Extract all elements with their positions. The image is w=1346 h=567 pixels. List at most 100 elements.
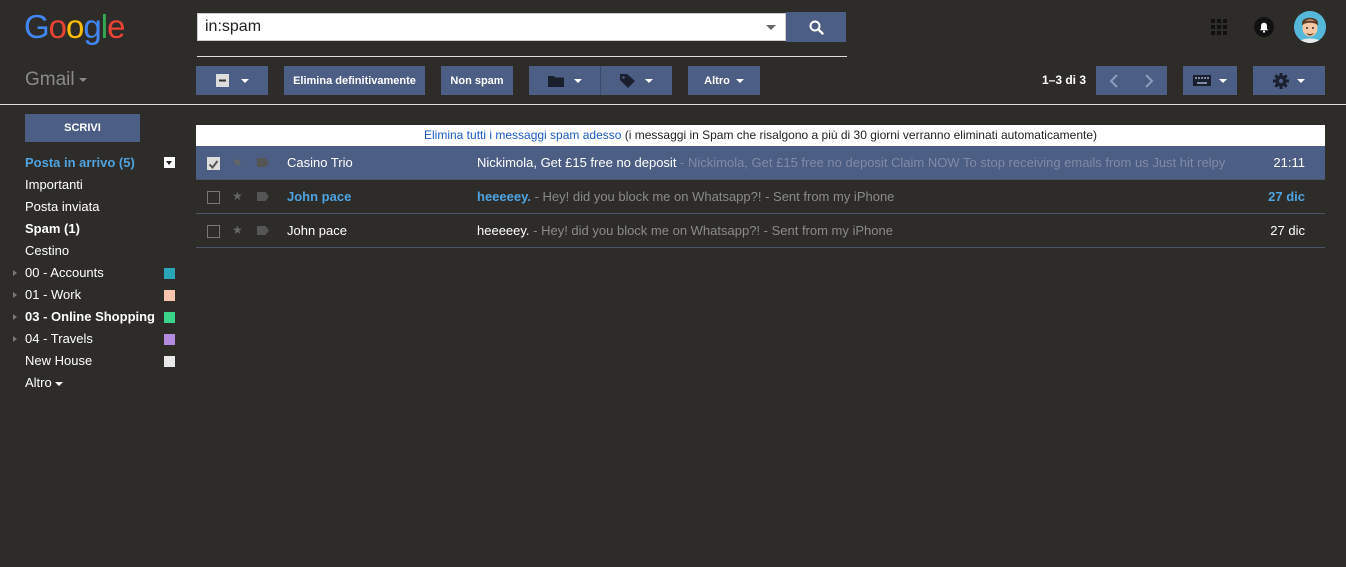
chevron-down-icon xyxy=(735,78,744,83)
google-logo[interactable]: Google xyxy=(24,8,125,45)
notifications-icon[interactable] xyxy=(1254,17,1274,37)
label-color-swatch[interactable] xyxy=(164,334,175,345)
expand-arrow-icon[interactable] xyxy=(13,314,17,320)
email-list: ★ Casino Trio Nickimola, Get £15 free no… xyxy=(196,146,1325,248)
header-divider xyxy=(197,56,847,57)
sidebar-item-inbox[interactable]: Posta in arrivo (5) xyxy=(0,152,185,174)
sidebar-item-label: 03 - Online Shopping xyxy=(25,309,155,324)
search-input[interactable] xyxy=(198,14,748,40)
importance-marker-icon[interactable] xyxy=(257,226,269,235)
labels-button[interactable] xyxy=(601,66,672,95)
importance-marker-icon[interactable] xyxy=(257,192,269,201)
not-spam-button[interactable]: Non spam xyxy=(441,66,513,95)
sidebar-item-label: Importanti xyxy=(25,177,83,192)
sidebar-item-label: 01 - Work xyxy=(25,287,82,302)
sidebar-item-label: New House xyxy=(25,353,93,368)
email-row[interactable]: ★ John pace heeeeey. - Hey! did you bloc… xyxy=(196,180,1325,214)
sidebar-item-online-shopping[interactable]: 03 - Online Shopping xyxy=(0,306,185,328)
row-checkbox[interactable] xyxy=(207,191,220,204)
email-date: 21:11 xyxy=(1273,155,1305,170)
star-icon[interactable]: ★ xyxy=(232,189,243,203)
chevron-down-icon xyxy=(54,381,63,386)
checkbox-minus-icon xyxy=(215,74,229,87)
search-icon xyxy=(809,20,824,35)
label-icon xyxy=(620,74,635,88)
star-icon[interactable]: ★ xyxy=(232,155,243,169)
expand-arrow-icon[interactable] xyxy=(13,292,17,298)
avatar[interactable] xyxy=(1294,11,1326,43)
email-sender: John pace xyxy=(287,189,352,204)
email-subject: heeeeey. xyxy=(477,223,530,238)
sidebar-item-label: Spam (1) xyxy=(25,221,80,236)
label-color-swatch[interactable] xyxy=(164,268,175,279)
move-to-button[interactable] xyxy=(529,66,601,95)
sidebar-item-trash[interactable]: Cestino xyxy=(0,240,185,262)
chevron-down-icon xyxy=(1219,78,1227,83)
label-color-swatch[interactable] xyxy=(164,290,175,301)
sidebar-item-label: Posta inviata xyxy=(25,199,100,214)
sidebar-item-important[interactable]: Importanti xyxy=(0,174,185,196)
chevron-down-icon xyxy=(240,78,249,83)
email-sender: John pace xyxy=(287,223,347,238)
logo-letter: g xyxy=(83,8,101,45)
search-options-icon[interactable] xyxy=(766,25,776,30)
sidebar-item-new-house[interactable]: New House xyxy=(0,350,185,372)
row-checkbox[interactable] xyxy=(207,225,220,238)
email-snippet: - Hey! did you block me on Whatsapp?! - … xyxy=(529,223,893,238)
select-button[interactable] xyxy=(196,66,268,95)
email-row[interactable]: ★ Casino Trio Nickimola, Get £15 free no… xyxy=(196,146,1325,180)
not-spam-label: Non spam xyxy=(450,74,504,87)
settings-button[interactable] xyxy=(1253,66,1325,95)
folder-icon xyxy=(547,75,564,87)
sidebar-more-label: Altro xyxy=(25,375,52,390)
email-subject-line: heeeeey. - Hey! did you block me on What… xyxy=(477,223,1237,238)
delete-forever-button[interactable]: Elimina definitivamente xyxy=(284,66,425,95)
logo-letter: e xyxy=(107,8,125,45)
spam-banner-text: (i messaggi in Spam che risalgono a più … xyxy=(621,128,1097,142)
email-sender: Casino Trio xyxy=(287,155,353,170)
toolbar-divider xyxy=(0,104,1346,105)
apps-icon[interactable] xyxy=(1211,19,1227,35)
row-checkbox[interactable] xyxy=(207,157,220,170)
input-tools-button[interactable] xyxy=(1183,66,1237,95)
importance-marker-icon[interactable] xyxy=(257,158,269,167)
chevron-down-icon xyxy=(573,78,582,83)
email-row[interactable]: ★ John pace heeeeey. - Hey! did you bloc… xyxy=(196,214,1325,248)
sidebar-more[interactable]: Altro xyxy=(0,372,185,394)
chevron-down-icon xyxy=(1297,78,1305,83)
gmail-app-menu[interactable]: Gmail xyxy=(25,69,87,91)
search-box[interactable] xyxy=(197,13,786,41)
sidebar-item-travels[interactable]: 04 - Travels xyxy=(0,328,185,350)
sidebar-item-sent[interactable]: Posta inviata xyxy=(0,196,185,218)
inbox-menu-icon[interactable] xyxy=(164,157,175,168)
delete-all-spam-link[interactable]: Elimina tutti i messaggi spam adesso xyxy=(424,128,621,142)
sidebar-item-accounts[interactable]: 00 - Accounts xyxy=(0,262,185,284)
compose-button[interactable]: SCRIVI xyxy=(25,114,140,142)
search-button[interactable] xyxy=(786,12,846,42)
more-label: Altro xyxy=(704,74,730,87)
email-subject-line: heeeeey. - Hey! did you block me on What… xyxy=(477,189,1237,204)
star-icon[interactable]: ★ xyxy=(232,223,243,237)
expand-arrow-icon[interactable] xyxy=(13,336,17,342)
logo-letter: G xyxy=(24,8,50,45)
more-button[interactable]: Altro xyxy=(688,66,760,95)
email-snippet: - Nickimola, Get £15 free no deposit Cla… xyxy=(676,155,1226,170)
email-snippet: - Hey! did you block me on Whatsapp?! - … xyxy=(530,189,895,204)
chevron-down-icon xyxy=(645,78,653,83)
pagination-count: 1–3 di 3 xyxy=(1042,73,1087,87)
email-subject: Nickimola, Get £15 free no deposit xyxy=(477,155,677,170)
sidebar-item-spam[interactable]: Spam (1) xyxy=(0,218,185,240)
prev-page-icon[interactable] xyxy=(1109,73,1119,88)
expand-arrow-icon[interactable] xyxy=(13,270,17,276)
sidebar-item-label: 04 - Travels xyxy=(25,331,93,346)
gear-icon xyxy=(1273,72,1289,89)
label-color-swatch[interactable] xyxy=(164,356,175,367)
logo-letter: o xyxy=(66,8,84,45)
email-subject-line: Nickimola, Get £15 free no deposit - Nic… xyxy=(477,155,1237,170)
delete-forever-label: Elimina definitivamente xyxy=(293,74,416,87)
spam-banner: Elimina tutti i messaggi spam adesso (i … xyxy=(196,125,1325,146)
label-color-swatch[interactable] xyxy=(164,312,175,323)
gmail-label: Gmail xyxy=(25,69,75,90)
sidebar-item-work[interactable]: 01 - Work xyxy=(0,284,185,306)
next-page-icon[interactable] xyxy=(1144,73,1154,88)
